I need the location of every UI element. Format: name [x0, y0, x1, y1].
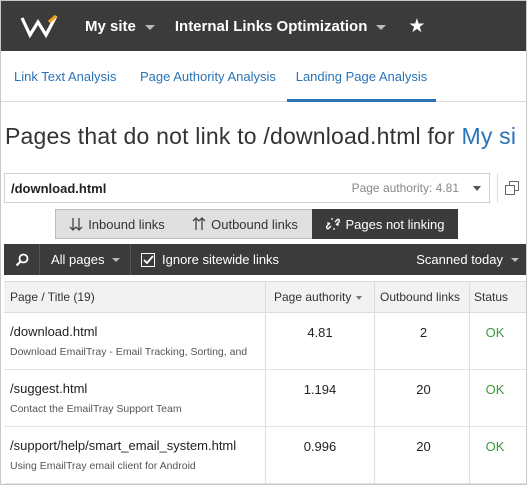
row-outbound-links: 20	[416, 439, 431, 454]
top-bar: My site Internal Links Optimization ★	[1, 1, 526, 51]
chevron-down-icon	[112, 257, 121, 262]
row-page-authority: 1.194	[303, 382, 337, 397]
chevron-down-icon	[144, 24, 155, 30]
ignore-sitewide-checkbox[interactable]: Ignore sitewide links	[141, 244, 279, 275]
inbound-links-button[interactable]: Inbound links	[55, 209, 178, 239]
chevron-down-icon	[473, 185, 481, 191]
column-divider	[469, 281, 470, 484]
column-header-page-authority-label: Page authority	[274, 290, 352, 304]
all-pages-dropdown[interactable]: All pages	[40, 244, 131, 275]
chevron-down-icon	[511, 257, 519, 262]
page-authority-label: Page authority: 4.81	[351, 181, 459, 195]
selected-url: /download.html	[11, 180, 107, 196]
all-pages-label: All pages	[51, 252, 105, 267]
row-page-authority: 4.81	[307, 325, 333, 340]
checkbox-checked-icon	[141, 252, 155, 267]
tab-page-authority-analysis[interactable]: Page Authority Analysis	[140, 51, 276, 102]
tab-link-text-analysis[interactable]: Link Text Analysis	[14, 51, 116, 102]
column-divider	[265, 281, 266, 484]
scanned-dropdown[interactable]: Scanned today	[416, 244, 519, 275]
sort-desc-icon	[356, 295, 363, 300]
inbound-links-label: Inbound links	[88, 216, 165, 232]
page-title: Pages that do not link to /download.html…	[5, 123, 516, 150]
tab-landing-page-analysis[interactable]: Landing Page Analysis	[287, 51, 436, 102]
arrows-down-icon	[69, 218, 83, 231]
star-icon[interactable]: ★	[408, 15, 425, 38]
row-title: Contact the EmailTray Support Team	[10, 403, 182, 415]
tool-menu[interactable]: Internal Links Optimization	[175, 1, 387, 51]
pages-table: Page / Title (19) Page authority Outboun…	[4, 281, 526, 484]
landing-page-select[interactable]: /download.html Page authority: 4.81	[4, 173, 490, 203]
ignore-sitewide-label: Ignore sitewide links	[162, 252, 280, 267]
outbound-links-button[interactable]: Outbound links	[177, 209, 313, 239]
row-status: OK	[485, 382, 505, 397]
broken-link-icon	[326, 218, 341, 230]
row-url[interactable]: /download.html	[10, 324, 97, 339]
filter-bar: All pages Ignore sitewide links Scanned …	[4, 244, 526, 275]
row-url[interactable]: /suggest.html	[10, 381, 87, 396]
row-outbound-links: 20	[416, 382, 431, 397]
app-window: My site Internal Links Optimization ★ Li…	[0, 0, 527, 485]
tab-bar: Link Text Analysis Page Authority Analys…	[1, 51, 526, 102]
arrows-up-icon	[192, 217, 206, 230]
column-divider	[374, 281, 375, 484]
column-header-page[interactable]: Page / Title (19)	[10, 282, 95, 313]
row-page-authority: 0.996	[303, 439, 337, 454]
row-title: Download EmailTray - Email Tracking, Sor…	[10, 346, 248, 358]
scanned-label: Scanned today	[416, 252, 503, 267]
site-link[interactable]: My si	[462, 123, 517, 149]
column-header-outbound-links[interactable]: Outbound links	[380, 282, 460, 313]
chevron-down-icon	[376, 24, 387, 30]
page-title-text: Pages that do not link to /download.html…	[5, 123, 462, 149]
copy-icon[interactable]	[497, 173, 525, 203]
tool-menu-label: Internal Links Optimization	[174, 17, 368, 35]
site-menu[interactable]: My site	[85, 1, 155, 51]
row-status: OK	[485, 325, 505, 340]
row-status: OK	[485, 439, 505, 454]
w-logo-icon[interactable]	[1, 1, 77, 51]
row-title: Using EmailTray email client for Android	[10, 460, 196, 472]
column-header-page-authority[interactable]: Page authority	[274, 282, 363, 313]
row-url[interactable]: /support/help/smart_email_system.html	[10, 438, 236, 453]
site-menu-label: My site	[85, 17, 136, 35]
outbound-links-label: Outbound links	[211, 216, 298, 232]
pages-not-linking-button[interactable]: Pages not linking	[312, 209, 458, 239]
search-icon[interactable]	[4, 244, 40, 275]
column-header-status[interactable]: Status	[474, 282, 508, 313]
pages-not-linking-label: Pages not linking	[345, 216, 445, 232]
row-outbound-links: 2	[419, 325, 428, 340]
